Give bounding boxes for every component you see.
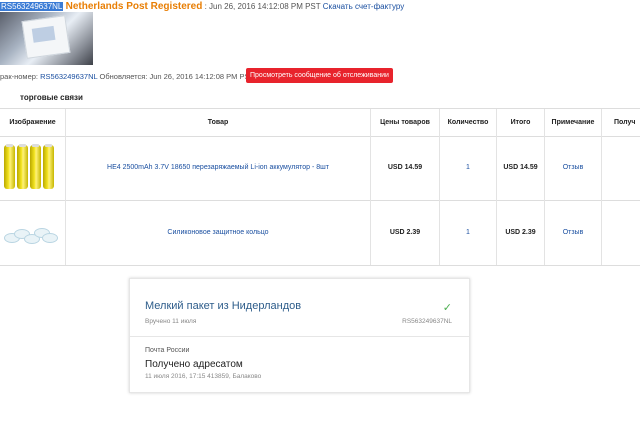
col-header-note: Примечание xyxy=(551,119,595,126)
order-header-line: RS563249637NL Netherlands Post Registere… xyxy=(0,1,404,12)
card-title: Мелкий пакет из Нидерландов xyxy=(145,300,302,312)
table-row: Силиконовое защитное кольцо USD 2.39 1 U… xyxy=(0,200,640,266)
card-status-detail: 11 июля 2016, 17:15 413859, Балаково xyxy=(145,373,262,380)
view-tracking-message-button[interactable]: Просмотреть сообщение об отслеживании xyxy=(246,68,393,83)
review-link[interactable]: Отзыв xyxy=(545,200,601,265)
col-header-received: Получ xyxy=(614,119,636,126)
card-carrier: Почта России xyxy=(145,347,190,354)
package-shape xyxy=(21,15,71,59)
card-tracking-number: RS563249637NL xyxy=(402,318,452,325)
product-link[interactable]: Силиконовое защитное кольцо xyxy=(66,200,370,265)
tracking-label: рак-номер: xyxy=(0,72,39,81)
header-timestamp: : Jun 26, 2016 14:12:08 PM PST xyxy=(204,2,321,11)
card-delivered-date: Вручено 11 июля xyxy=(145,318,197,325)
card-status: Получено адресатом xyxy=(145,359,243,370)
col-header-product: Товар xyxy=(207,119,229,126)
section-title: торговые связи xyxy=(20,93,83,102)
tracking-number-link[interactable]: RS563249637NL xyxy=(40,72,97,81)
item-price: USD 14.59 xyxy=(387,164,423,171)
col-header-total: Итого xyxy=(510,119,531,126)
table-row: HE4 2500mAh 3.7V 18650 перезаряжаемый Li… xyxy=(0,135,640,201)
silicone-ring-product-image[interactable] xyxy=(4,226,58,244)
item-total: USD 2.39 xyxy=(505,229,536,236)
package-photo[interactable] xyxy=(0,12,93,65)
carrier-status: Netherlands Post Registered xyxy=(65,1,203,12)
col-header-image: Изображение xyxy=(9,119,56,126)
item-quantity: 1 xyxy=(466,164,470,171)
item-quantity: 1 xyxy=(466,229,470,236)
tracking-number-highlight: RS563249637NL xyxy=(0,2,64,11)
col-header-quantity: Количество xyxy=(447,119,489,126)
review-link[interactable]: Отзыв xyxy=(545,135,601,200)
check-icon: ✓ xyxy=(442,302,452,314)
item-total: USD 14.59 xyxy=(503,164,538,171)
table-header: Изображение Товар Цены товаров Количеств… xyxy=(0,108,640,137)
card-divider xyxy=(130,336,469,337)
tracking-info-line: рак-номер: RS563249637NL Обновляется: Ju… xyxy=(0,72,254,82)
item-price: USD 2.39 xyxy=(389,229,421,236)
tracking-updated: Обновляется: Jun 26, 2016 14:12:08 PM PS… xyxy=(99,72,255,81)
product-link[interactable]: HE4 2500mAh 3.7V 18650 перезаряжаемый Li… xyxy=(66,135,370,200)
col-header-price: Цены товаров xyxy=(380,119,430,126)
download-invoice-link[interactable]: Скачать счет-фактуру xyxy=(323,2,404,11)
battery-product-image[interactable] xyxy=(4,144,56,189)
tracking-card: Мелкий пакет из Нидерландов ✓ Вручено 11… xyxy=(129,278,470,393)
